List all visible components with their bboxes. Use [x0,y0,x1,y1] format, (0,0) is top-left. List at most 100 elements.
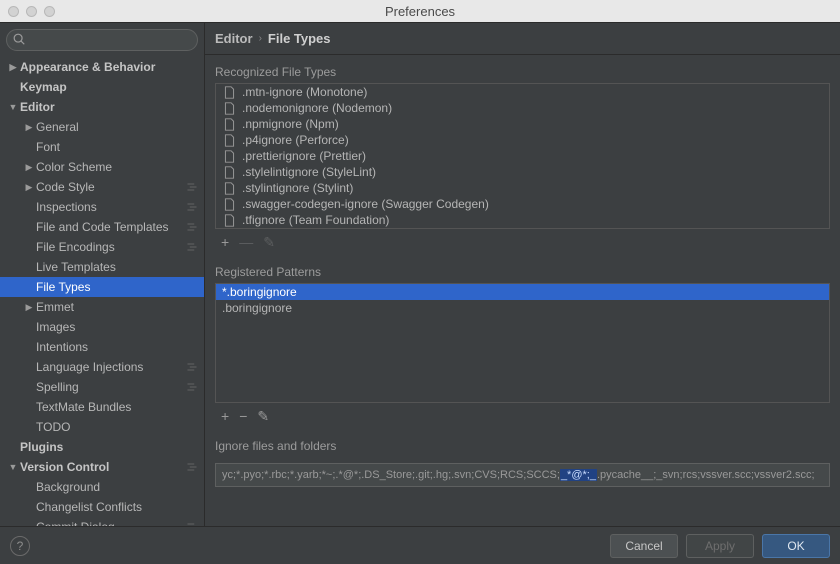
remove-pattern-button[interactable]: − [239,408,247,424]
sidebar-item-background[interactable]: Background [0,477,204,497]
file-icon [222,117,236,131]
sidebar-item-keymap[interactable]: Keymap [0,77,204,97]
sidebar-item-label: File Types [36,280,90,294]
ignore-files-input[interactable]: yc;*.pyo;*.rbc;*.yarb;*~;.*@*;.DS_Store;… [215,463,830,487]
remove-file-type-button[interactable]: — [239,234,253,250]
breadcrumb-root[interactable]: Editor [215,31,253,46]
sidebar-item-spelling[interactable]: Spelling [0,377,204,397]
apply-button: Apply [686,534,754,558]
sidebar-item-general[interactable]: ▶General [0,117,204,137]
minimize-window-icon[interactable] [26,6,37,17]
file-icon [222,85,236,99]
sidebar-item-changelist-conflicts[interactable]: Changelist Conflicts [0,497,204,517]
file-icon [222,149,236,163]
settings-icon [186,361,198,373]
file-type-row[interactable]: .prettierignore (Prettier) [216,148,829,164]
chevron-right-icon: ▶ [8,62,18,73]
sidebar-item-label: Background [36,480,100,494]
add-pattern-button[interactable]: + [221,408,229,424]
sidebar-item-plugins[interactable]: Plugins [0,437,204,457]
file-icon [222,181,236,195]
edit-pattern-button[interactable]: ✎ [257,408,269,425]
file-icon [222,197,236,211]
file-type-row[interactable]: .mtn-ignore (Monotone) [216,84,829,100]
cancel-button[interactable]: Cancel [610,534,678,558]
sidebar-item-file-types[interactable]: File Types [0,277,204,297]
sidebar-item-label: Language Injections [36,360,143,374]
recognized-file-types-list[interactable]: .mtn-ignore (Monotone).nodemonignore (No… [215,83,830,229]
sidebar-item-label: Changelist Conflicts [36,500,142,514]
edit-file-type-button[interactable]: ✎ [263,234,275,251]
sidebar-item-label: Color Scheme [36,160,112,174]
window-controls [0,6,55,17]
sidebar-item-intentions[interactable]: Intentions [0,337,204,357]
pattern-row[interactable]: .boringignore [216,300,829,316]
sidebar-item-images[interactable]: Images [0,317,204,337]
settings-icon [186,381,198,393]
content-panel: Editor › File Types Recognized File Type… [205,23,840,526]
sidebar-item-label: TextMate Bundles [36,400,131,414]
settings-icon [186,241,198,253]
pattern-row[interactable]: *.boringignore [216,284,829,300]
search-input[interactable] [6,29,198,51]
sidebar-item-label: Inspections [36,200,97,214]
file-type-label: .mtn-ignore (Monotone) [242,85,367,99]
file-type-row[interactable]: .p4ignore (Perforce) [216,132,829,148]
sidebar-item-label: Version Control [20,460,109,474]
sidebar-item-code-style[interactable]: ▶Code Style [0,177,204,197]
sidebar-item-label: Editor [20,100,55,114]
file-type-row[interactable]: .nodemonignore (Nodemon) [216,100,829,116]
sidebar-item-appearance-behavior[interactable]: ▶Appearance & Behavior [0,57,204,77]
sidebar-item-label: Keymap [20,80,67,94]
sidebar-item-emmet[interactable]: ▶Emmet [0,297,204,317]
sidebar-item-commit-dialog[interactable]: Commit Dialog [0,517,204,526]
sidebar-item-version-control[interactable]: ▼Version Control [0,457,204,477]
sidebar-item-label: Intentions [36,340,88,354]
settings-icon [186,461,198,473]
sidebar-item-textmate-bundles[interactable]: TextMate Bundles [0,397,204,417]
chevron-down-icon: ▼ [8,102,18,112]
file-type-label: .prettierignore (Prettier) [242,149,366,163]
file-type-row[interactable]: .stylelintignore (StyleLint) [216,164,829,180]
close-window-icon[interactable] [8,6,19,17]
chevron-right-icon: ▶ [24,122,34,133]
search-field[interactable] [6,29,198,51]
recognized-toolbar: + — ✎ [215,229,830,255]
sidebar-item-language-injections[interactable]: Language Injections [0,357,204,377]
sidebar-item-font[interactable]: Font [0,137,204,157]
sidebar-item-todo[interactable]: TODO [0,417,204,437]
add-file-type-button[interactable]: + [221,234,229,250]
sidebar-item-live-templates[interactable]: Live Templates [0,257,204,277]
breadcrumb: Editor › File Types [205,23,840,55]
chevron-right-icon: ▶ [24,162,34,173]
sidebar-item-file-encodings[interactable]: File Encodings [0,237,204,257]
chevron-right-icon: › [259,33,262,44]
pattern-label: *.boringignore [222,285,297,299]
file-type-row[interactable]: .tfignore (Team Foundation) [216,212,829,228]
recognized-file-types-label: Recognized File Types [215,65,830,79]
sidebar-item-file-and-code-templates[interactable]: File and Code Templates [0,217,204,237]
help-button[interactable]: ? [10,536,30,556]
registered-patterns-list[interactable]: *.boringignore.boringignore [215,283,830,403]
registered-patterns-label: Registered Patterns [215,265,830,279]
file-type-row[interactable]: .npmignore (Npm) [216,116,829,132]
sidebar-item-editor[interactable]: ▼Editor [0,97,204,117]
ignore-text-suffix: .pycache__;_svn;rcs;vssver.scc;vssver2.s… [597,469,815,481]
file-type-row[interactable]: .stylintignore (Stylint) [216,180,829,196]
file-type-label: .tfignore (Team Foundation) [242,213,389,227]
ignore-text-prefix: yc;*.pyo;*.rbc;*.yarb;*~;.*@*;.DS_Store;… [222,469,560,481]
chevron-down-icon: ▼ [8,462,18,472]
ok-button[interactable]: OK [762,534,830,558]
file-icon [222,213,236,227]
sidebar-item-label: TODO [36,420,70,434]
file-type-row[interactable]: .swagger-codegen-ignore (Swagger Codegen… [216,196,829,212]
sidebar-item-label: Spelling [36,380,79,394]
chevron-right-icon: ▶ [24,302,34,313]
settings-icon [186,221,198,233]
sidebar-item-color-scheme[interactable]: ▶Color Scheme [0,157,204,177]
zoom-window-icon[interactable] [44,6,55,17]
chevron-right-icon: ▶ [24,182,34,193]
footer: ? Cancel Apply OK [0,526,840,564]
ignore-text-selection: _*@*;_ [560,469,597,481]
sidebar-item-inspections[interactable]: Inspections [0,197,204,217]
